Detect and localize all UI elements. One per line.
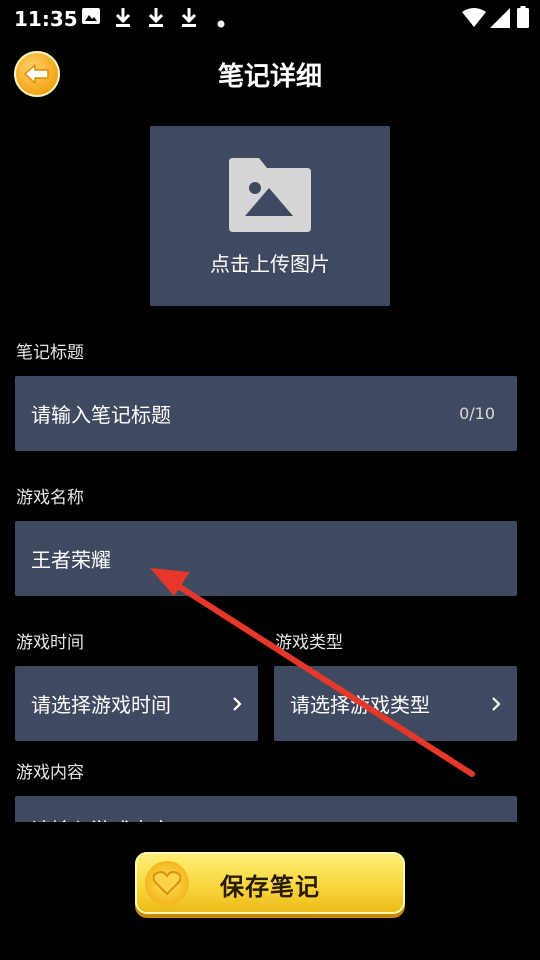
chevron-right-icon <box>232 666 242 741</box>
game-type-select[interactable]: 请选择游戏类型 <box>274 666 517 741</box>
save-note-label: 保存笔记 <box>220 873 320 901</box>
download-icon <box>146 6 166 32</box>
download-icon <box>179 6 199 32</box>
page-title: 笔记详细 <box>217 62 322 92</box>
note-title-counter: 0/10 <box>459 404 495 423</box>
game-name-input[interactable]: 王者荣耀 <box>15 521 517 596</box>
game-content-scroll-area: 请输入游戏内容 <box>15 796 517 822</box>
game-type-placeholder: 请选择游戏类型 <box>290 693 430 717</box>
game-type-label: 游戏类型 <box>275 633 343 653</box>
signal-icon <box>490 8 510 32</box>
download-icon <box>113 6 133 32</box>
upload-label: 点击上传图片 <box>210 252 330 276</box>
note-title-placeholder: 请输入笔记标题 <box>31 403 171 427</box>
chevron-right-icon <box>491 666 501 741</box>
battery-icon <box>517 6 529 32</box>
game-content-label: 游戏内容 <box>16 763 84 783</box>
game-time-label: 游戏时间 <box>16 633 84 653</box>
dot-icon <box>217 13 225 32</box>
note-title-label: 笔记标题 <box>16 343 84 363</box>
game-time-select[interactable]: 请选择游戏时间 <box>15 666 258 741</box>
game-content-input[interactable]: 请输入游戏内容 <box>15 796 517 822</box>
status-bar: 11:35 <box>0 0 540 36</box>
game-name-value: 王者荣耀 <box>31 548 111 572</box>
status-time: 11:35 <box>14 7 78 31</box>
wifi-icon <box>462 8 486 32</box>
note-title-input[interactable]: 请输入笔记标题 0/10 <box>15 376 517 451</box>
image-icon <box>81 6 101 30</box>
upload-image-button[interactable]: 点击上传图片 <box>150 126 390 306</box>
game-name-label: 游戏名称 <box>16 488 84 508</box>
game-time-placeholder: 请选择游戏时间 <box>31 693 171 717</box>
save-note-button[interactable]: 保存笔记 <box>135 852 405 914</box>
game-content-placeholder: 请输入游戏内容 <box>31 814 171 822</box>
image-placeholder-icon <box>229 158 311 232</box>
